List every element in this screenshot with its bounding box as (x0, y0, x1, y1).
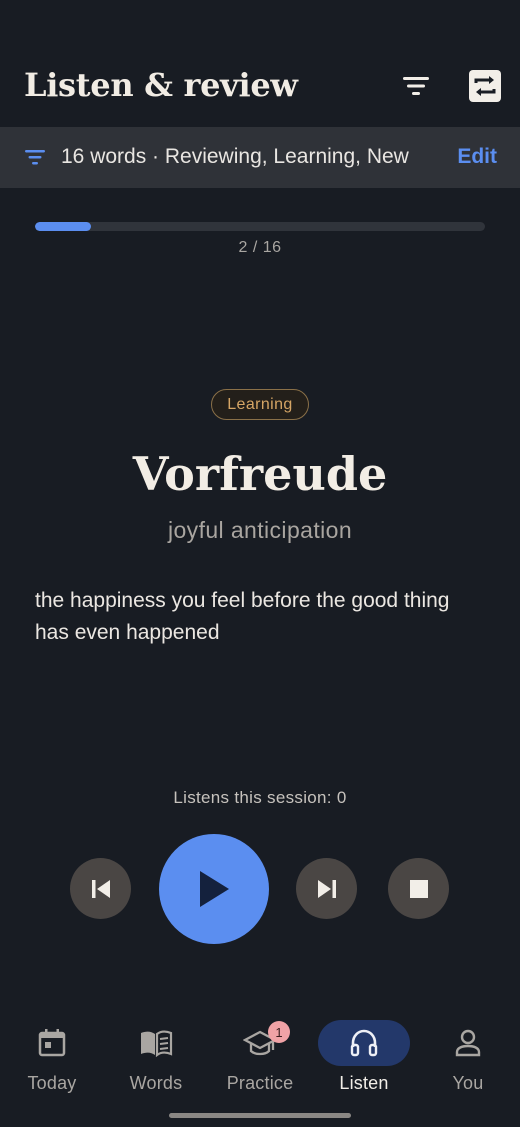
nav-label-you: You (452, 1073, 484, 1093)
progress-count: 2 / 16 (238, 239, 282, 256)
practice-badge: 1 (268, 1021, 290, 1043)
word-translation: joyful anticipation (167, 517, 353, 543)
app-header: Listen & review (0, 0, 520, 127)
status-badge: Learning (211, 389, 309, 420)
nav-label-listen: Listen (339, 1073, 389, 1093)
progress-fill (35, 222, 92, 231)
nav-item-practice[interactable]: 1 Practice (208, 1020, 312, 1100)
nav-item-you[interactable]: You (416, 1020, 520, 1100)
book-icon (141, 1030, 173, 1057)
play-icon (200, 871, 229, 907)
filter-icon (25, 150, 45, 165)
repeat-button[interactable] (465, 66, 505, 106)
filter-summary-bar: 16 words · Reviewing, Learning, New Edit (0, 127, 520, 188)
filter-summary-text: 16 words · Reviewing, Learning, New (61, 145, 409, 168)
skip-next-icon (317, 879, 336, 898)
previous-button[interactable] (70, 858, 131, 919)
filter-button[interactable] (396, 66, 436, 106)
bottom-nav: Today Words 1 Practice Listen You (0, 1010, 520, 1127)
filter-icon (403, 77, 429, 95)
progress-bar (35, 222, 485, 231)
play-button[interactable] (159, 834, 269, 944)
word-term: Vorfreude (132, 447, 388, 501)
calendar-icon (38, 1029, 66, 1057)
stop-button[interactable] (388, 858, 449, 919)
nav-item-listen[interactable]: Listen (312, 1020, 416, 1100)
nav-item-words[interactable]: Words (104, 1020, 208, 1100)
skip-previous-icon (91, 879, 110, 898)
next-button[interactable] (296, 858, 357, 919)
repeat-icon (469, 70, 501, 102)
person-icon (455, 1029, 481, 1057)
nav-item-today[interactable]: Today (0, 1020, 104, 1100)
home-indicator (169, 1113, 351, 1118)
page-title: Listen & review (24, 66, 298, 104)
listens-count: Listens this session: 0 (173, 788, 347, 807)
nav-label-today: Today (27, 1073, 77, 1093)
headphones-icon (350, 1029, 378, 1057)
edit-filter-button[interactable]: Edit (457, 145, 497, 169)
nav-label-words: Words (129, 1073, 183, 1093)
stop-icon (409, 879, 428, 898)
word-definition: the happiness you feel before the good t… (35, 589, 450, 644)
nav-label-practice: Practice (226, 1073, 294, 1093)
